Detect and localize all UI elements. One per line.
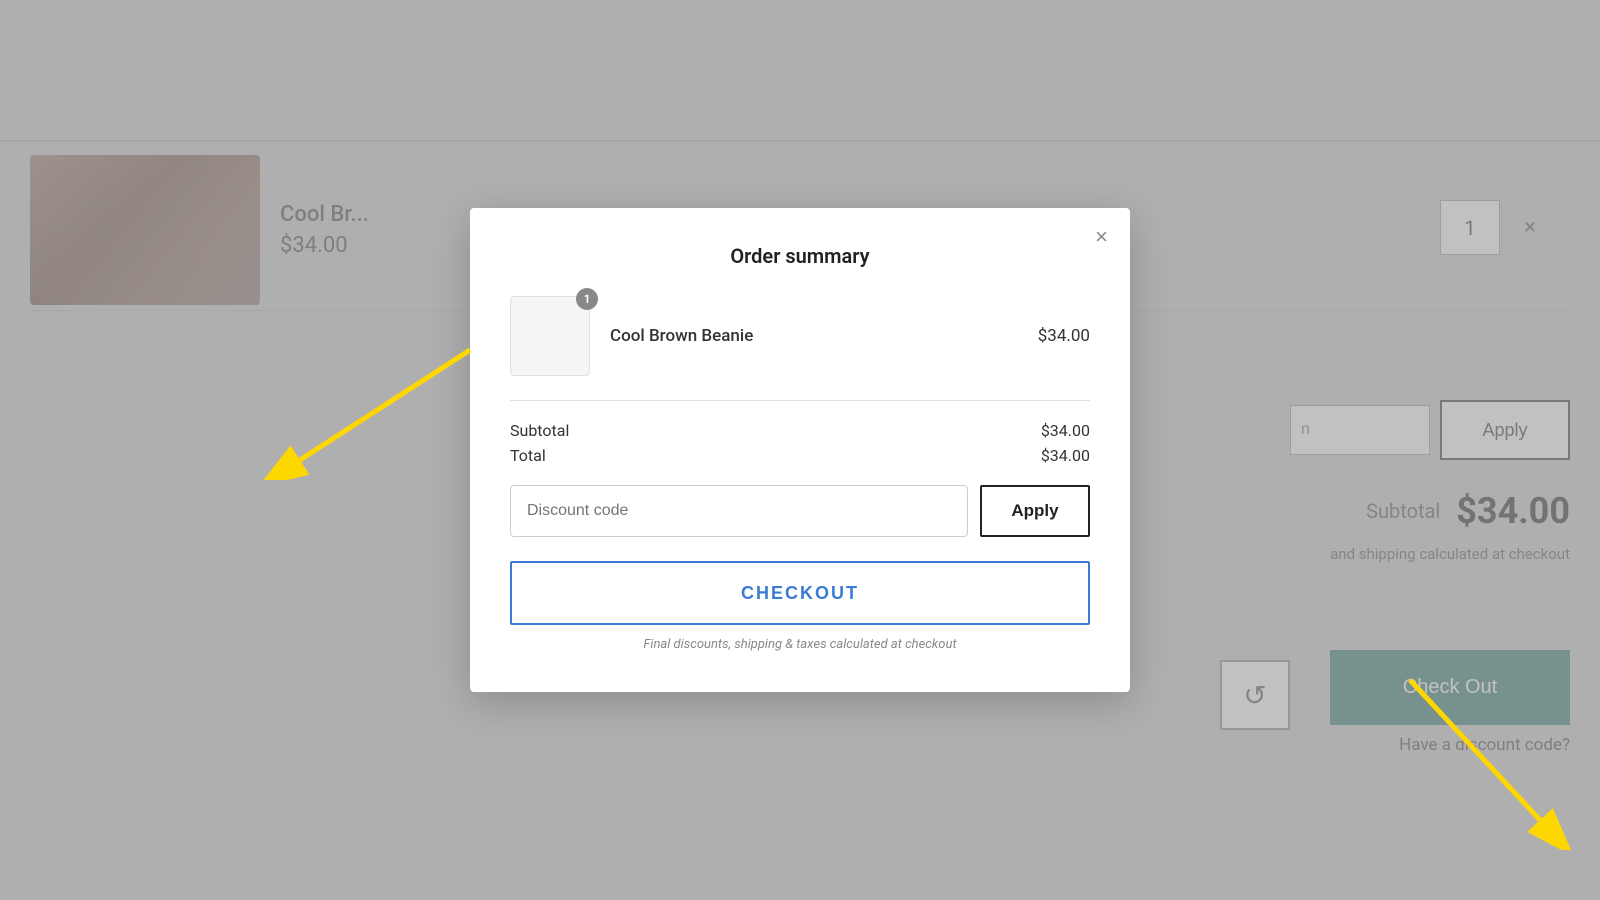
modal-divider (510, 400, 1090, 401)
modal-title: Order summary (510, 244, 1090, 268)
modal-product-price: $34.00 (1038, 326, 1090, 346)
modal-product-name: Cool Brown Beanie (610, 326, 1018, 346)
subtotal-row: Subtotal $34.00 (510, 421, 1090, 440)
discount-section: Apply (510, 485, 1090, 537)
modal-product-item: 1 Cool Brown Beanie $34.00 (510, 296, 1090, 376)
discount-code-input[interactable] (510, 485, 968, 537)
subtotal-label: Subtotal (510, 421, 569, 440)
modal-close-button[interactable]: × (1095, 226, 1108, 248)
total-value: $34.00 (1041, 446, 1090, 465)
apply-discount-button[interactable]: Apply (980, 485, 1090, 537)
product-quantity-badge: 1 (576, 288, 598, 310)
checkout-button[interactable]: CHECKOUT (510, 561, 1090, 625)
total-label: Total (510, 446, 546, 465)
product-thumbnail (510, 296, 590, 376)
modal-overlay: × Order summary 1 Cool Brown Beanie $34.… (0, 0, 1600, 900)
order-summary-modal: × Order summary 1 Cool Brown Beanie $34.… (470, 208, 1130, 692)
product-thumb-wrapper: 1 (510, 296, 590, 376)
subtotal-value: $34.00 (1041, 421, 1090, 440)
checkout-note: Final discounts, shipping & taxes calcul… (510, 637, 1090, 652)
total-row: Total $34.00 (510, 446, 1090, 465)
